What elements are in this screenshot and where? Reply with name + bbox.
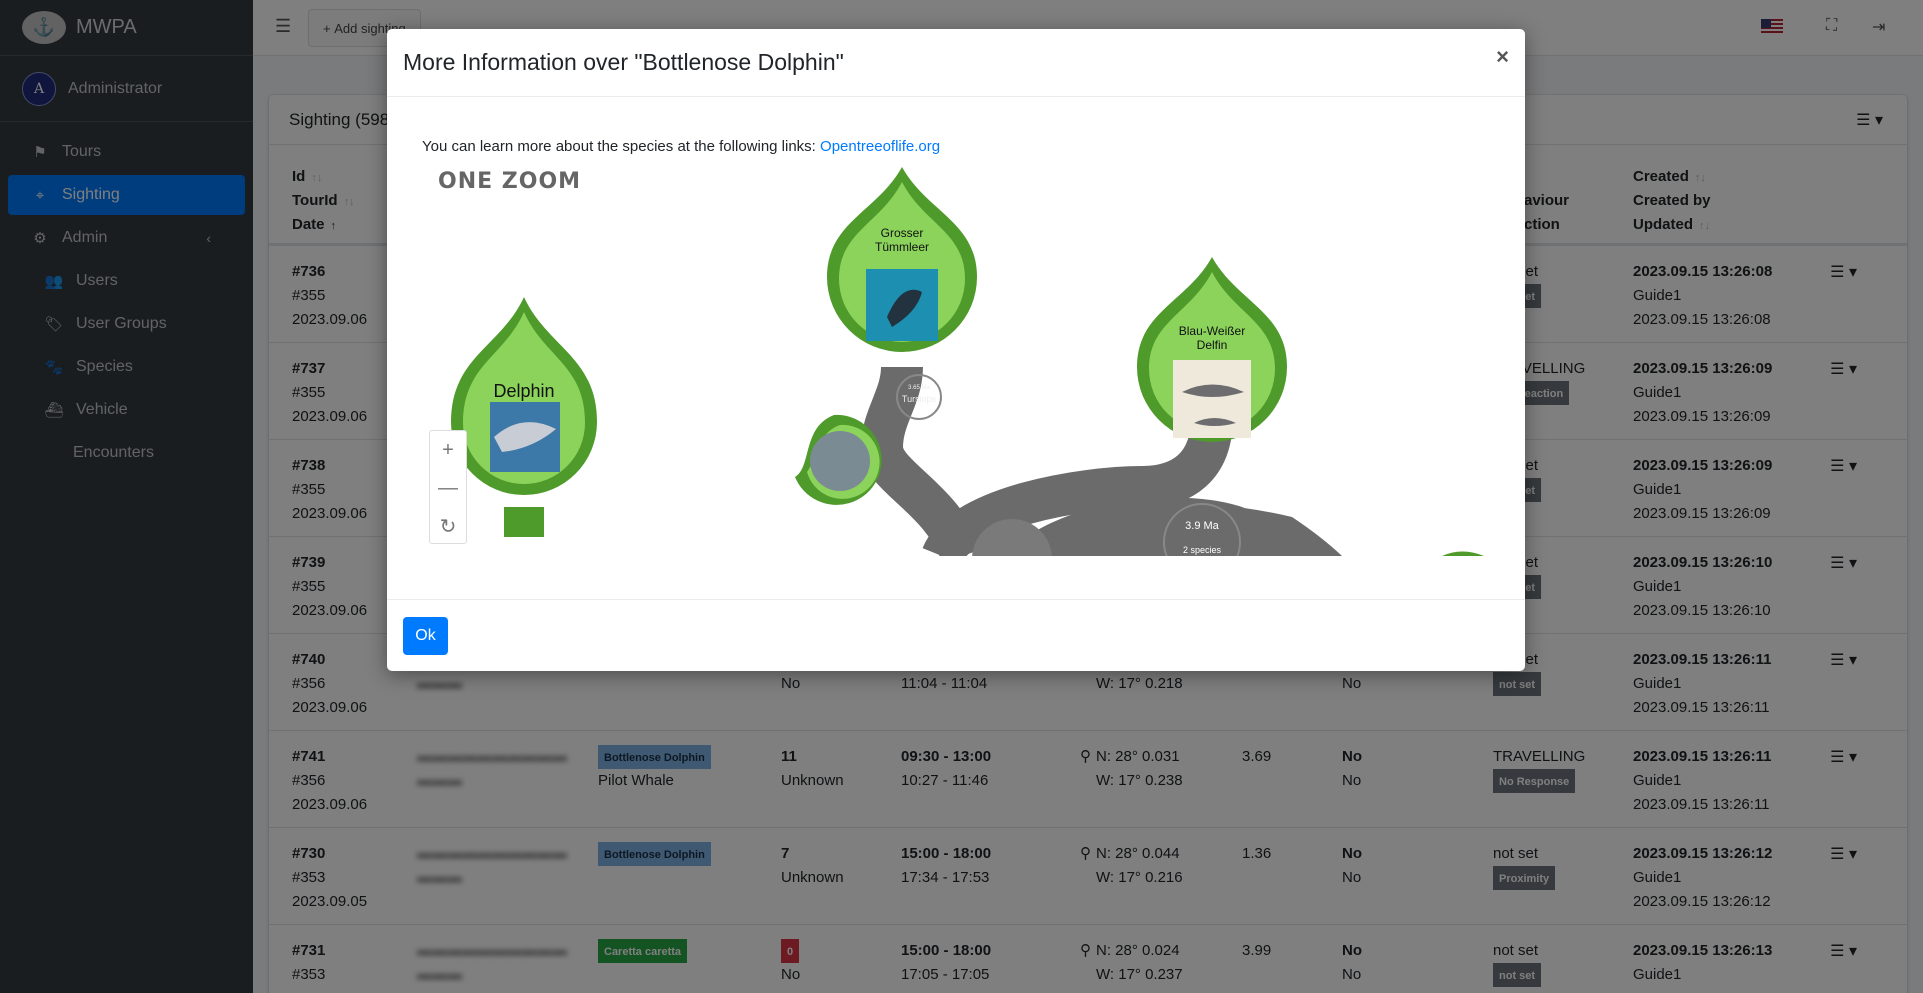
opentreeoflife-link[interactable]: Opentreeoflife.org <box>820 138 940 155</box>
reset-view-icon[interactable]: ↻ <box>430 507 466 545</box>
modal-body: You can learn more about the species at … <box>387 97 1525 599</box>
modal-header: More Information over "Bottlenose Dolphi… <box>387 29 1525 97</box>
onezoom-tree[interactable]: Delphin Grosser Tümmleer Blau-Weißer Delfi… <box>422 167 1487 556</box>
species-info-modal: More Information over "Bottlenose Dolphi… <box>387 29 1525 671</box>
modal-title: More Information over "Bottlenose Dolphi… <box>403 49 844 75</box>
node-species-label: 2 species <box>1183 545 1222 555</box>
intro-text: You can learn more about the species at … <box>422 138 821 155</box>
ok-button[interactable]: Ok <box>403 617 448 655</box>
onezoom-canvas[interactable]: Delphin Grosser Tümmleer Blau-Weißer Delfi… <box>422 167 1487 556</box>
zoom-controls: + — ↻ <box>429 430 467 544</box>
node-age-label: 3.9 Ma <box>1185 520 1220 532</box>
zoom-out-icon[interactable]: — <box>430 469 466 507</box>
onezoom-logo[interactable]: ONE ZOOM <box>438 169 581 194</box>
leaf-label-grosser-tuemmleer[interactable]: Grosser Tümmleer <box>875 226 929 254</box>
zoom-in-icon[interactable]: + <box>430 431 466 469</box>
node-genus-label[interactable]: Tursiops <box>902 394 937 404</box>
modal-footer: Ok <box>387 599 1525 671</box>
leaf-label-delphin[interactable]: Delphin <box>493 381 554 401</box>
close-icon[interactable]: × <box>1496 44 1509 70</box>
modal-intro: You can learn more about the species at … <box>422 138 1490 155</box>
node-genus-age: 3.65 Ma <box>908 385 930 391</box>
